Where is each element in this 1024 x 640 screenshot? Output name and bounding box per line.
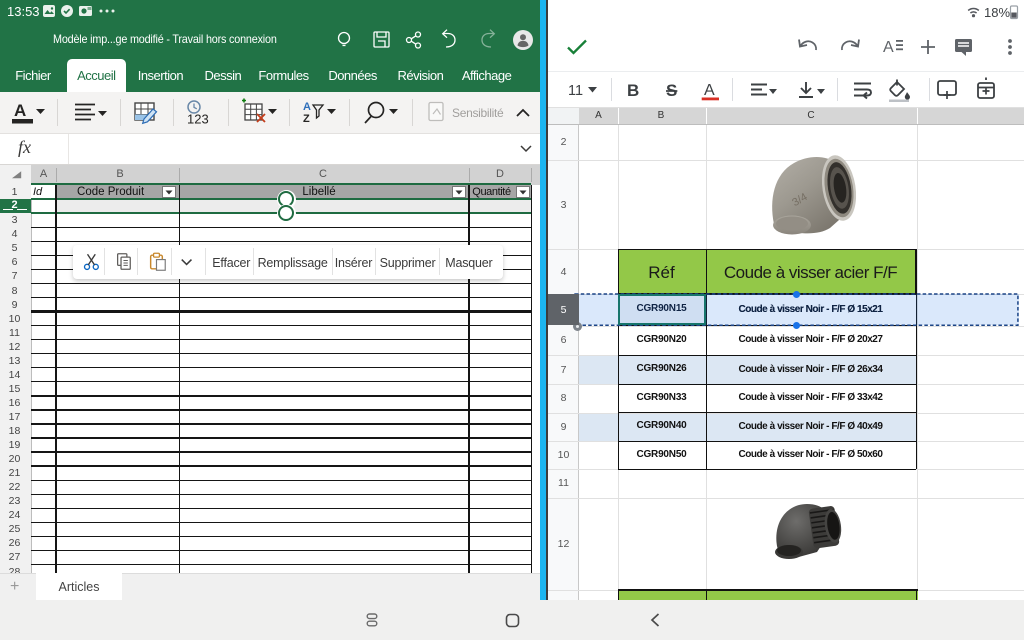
svg-text:Sensibilité: Sensibilité [452, 106, 504, 120]
svg-text:11: 11 [568, 83, 583, 99]
svg-text:A: A [704, 82, 715, 99]
svg-text:Z: Z [303, 113, 310, 125]
svg-text:123: 123 [187, 112, 209, 127]
svg-text:B: B [627, 81, 639, 100]
svg-text:A: A [14, 101, 26, 120]
svg-text:A: A [303, 101, 311, 113]
svg-text:S: S [666, 81, 677, 100]
svg-text:A: A [883, 39, 894, 56]
svg-text:18%: 18% [984, 5, 1010, 20]
